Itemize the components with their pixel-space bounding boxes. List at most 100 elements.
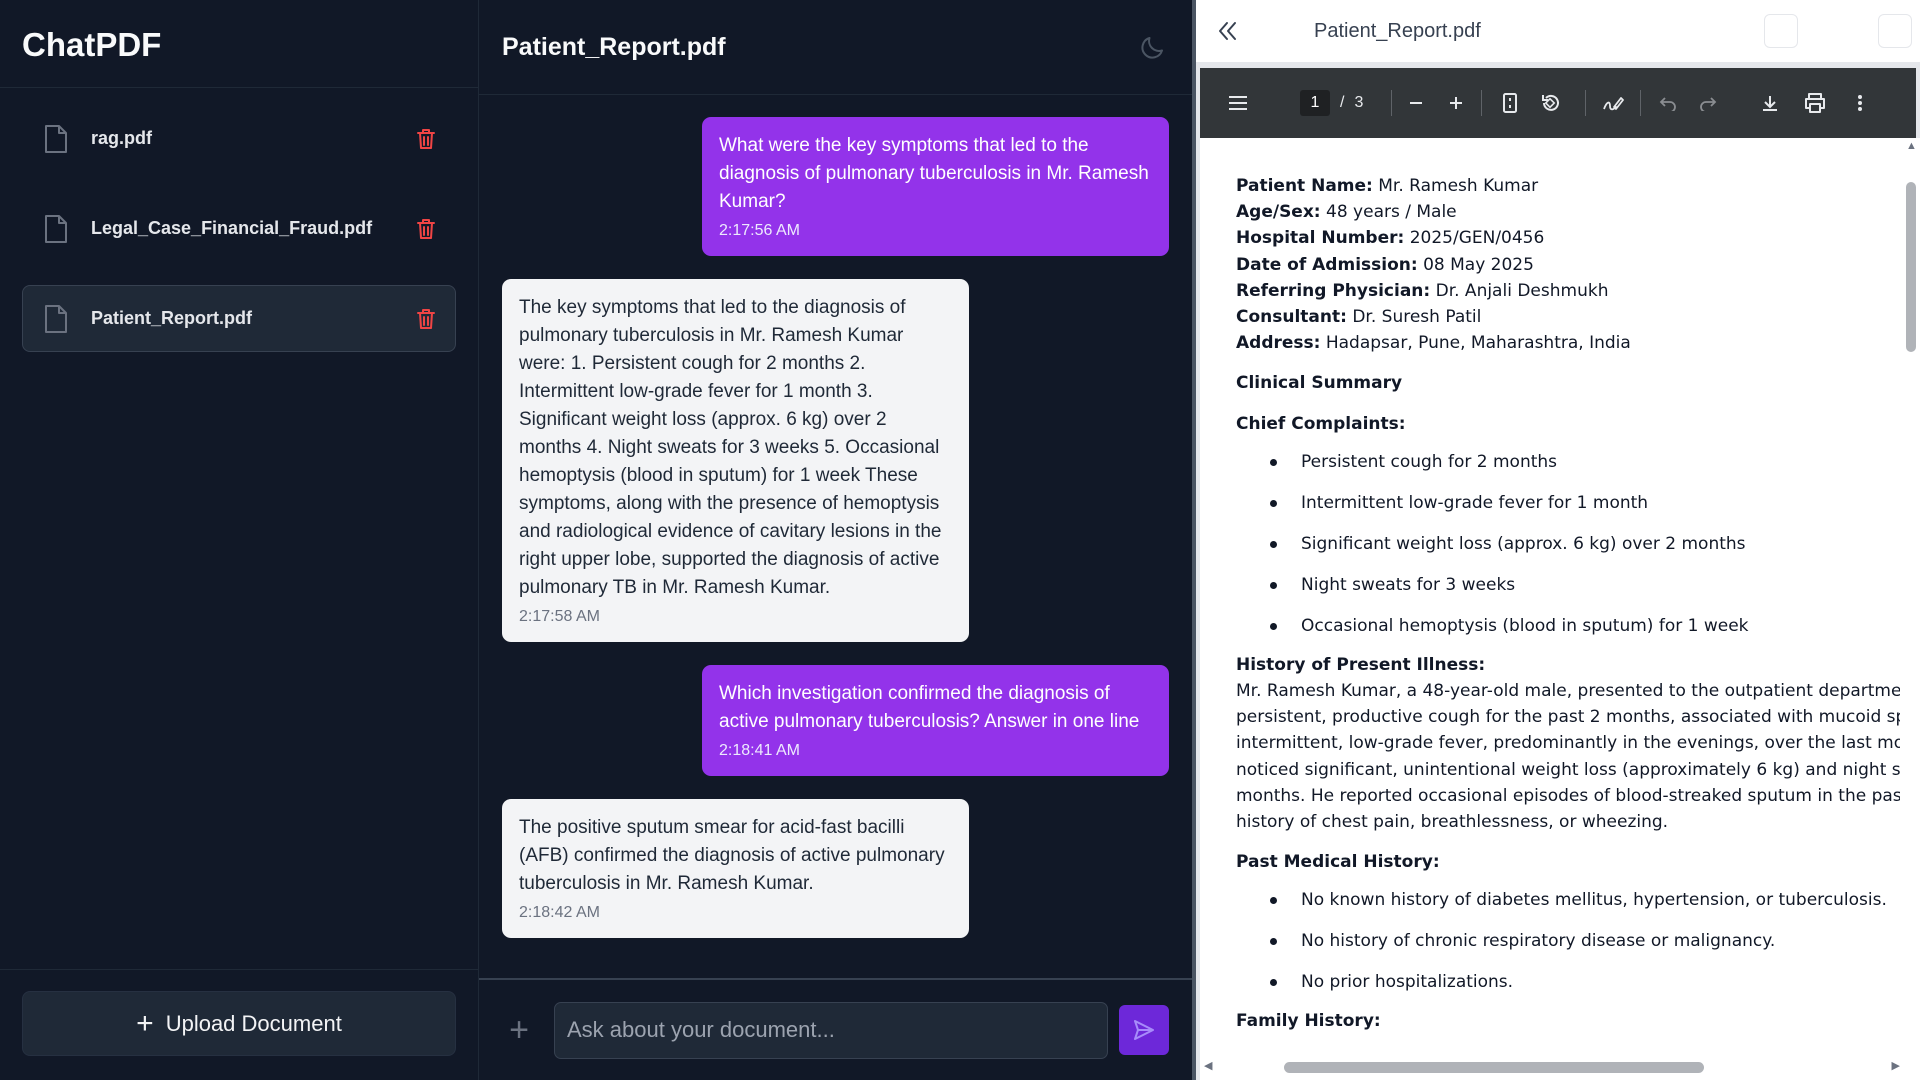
paragraph-line: noticed significant, unintentional weigh… bbox=[1236, 759, 1920, 780]
message-row: The key symptoms that led to the diagnos… bbox=[502, 279, 1169, 642]
draw-icon[interactable] bbox=[1598, 88, 1628, 118]
file-name: rag.pdf bbox=[91, 128, 152, 148]
chat-panel: Patient_Report.pdf What were the key sym… bbox=[479, 0, 1192, 1080]
header-action-button[interactable] bbox=[1878, 14, 1912, 48]
delete-file-icon[interactable] bbox=[415, 127, 437, 151]
app-brand: ChatPDF bbox=[0, 0, 478, 88]
paragraph-line: history of chest pain, breathlessness, o… bbox=[1236, 812, 1669, 833]
page-separator: / bbox=[1340, 94, 1345, 111]
message-text: Which investigation confirmed the diagno… bbox=[719, 683, 1140, 732]
section-heading: Family History: bbox=[1236, 1011, 1381, 1032]
moon-icon[interactable] bbox=[1138, 32, 1168, 62]
message-text: The key symptoms that led to the diagnos… bbox=[519, 297, 942, 598]
message-time: 2:17:58 AM bbox=[519, 608, 600, 625]
message-time: 2:18:41 AM bbox=[719, 742, 800, 759]
paragraph-line: months. He reported occasional episodes … bbox=[1236, 785, 1920, 806]
section-heading: Past Medical History: bbox=[1236, 852, 1440, 873]
redo-icon[interactable] bbox=[1693, 88, 1723, 118]
section-heading: History of Present Illness: bbox=[1236, 654, 1486, 675]
download-icon[interactable] bbox=[1755, 88, 1785, 118]
chat-input[interactable] bbox=[554, 1001, 1108, 1059]
field-consultant: Consultant: Dr. Suresh Patil bbox=[1236, 307, 1482, 328]
list-item: No prior hospitalizations. bbox=[1236, 962, 1920, 1003]
message-list: What were the key symptoms that led to t… bbox=[479, 96, 1192, 978]
plus-icon: + bbox=[136, 1006, 154, 1040]
message-text: The positive sputum smear for acid-fast … bbox=[519, 817, 945, 894]
page-total: 3 bbox=[1354, 94, 1364, 111]
delete-file-icon[interactable] bbox=[415, 307, 437, 331]
page-number-input[interactable]: 1 bbox=[1300, 90, 1330, 116]
horizontal-scrollbar[interactable]: ◀ ▶ bbox=[1200, 1054, 1900, 1080]
scroll-right-arrow-icon[interactable]: ▶ bbox=[1892, 1059, 1900, 1072]
upload-document-button[interactable]: + Upload Document bbox=[22, 991, 456, 1056]
field-hospital-number: Hospital Number: 2025/GEN/0456 bbox=[1236, 228, 1545, 249]
menu-icon[interactable] bbox=[1223, 88, 1253, 118]
pdf-document-content: Patient Name: Mr. Ramesh Kumar Age/Sex: … bbox=[1236, 173, 1920, 1035]
list-item: Persistent cough for 2 months bbox=[1236, 442, 1920, 483]
file-item-rag[interactable]: rag.pdf bbox=[22, 105, 456, 172]
double-chevron-left-icon[interactable] bbox=[1214, 17, 1242, 45]
scroll-left-arrow-icon[interactable]: ◀ bbox=[1204, 1059, 1212, 1072]
section-heading: Chief Complaints: bbox=[1236, 413, 1406, 434]
message-time: 2:18:42 AM bbox=[519, 904, 600, 921]
attach-plus-icon[interactable]: + bbox=[501, 1011, 537, 1050]
field-age-sex: Age/Sex: 48 years / Male bbox=[1236, 202, 1457, 223]
paragraph-line: Mr. Ramesh Kumar, a 48-year-old male, pr… bbox=[1236, 681, 1920, 702]
field-address: Address: Hadapsar, Pune, Maharashtra, In… bbox=[1236, 333, 1631, 354]
file-item-patient-report[interactable]: Patient_Report.pdf bbox=[22, 285, 456, 352]
undo-icon[interactable] bbox=[1653, 88, 1683, 118]
upload-label: Upload Document bbox=[165, 1010, 342, 1036]
file-list: rag.pdf Legal_Case_Financial_Fraud.pdf P… bbox=[0, 88, 478, 352]
send-icon bbox=[1134, 1020, 1154, 1040]
more-options-icon[interactable] bbox=[1845, 88, 1875, 118]
list-item: No history of chronic respiratory diseas… bbox=[1236, 921, 1920, 962]
file-icon bbox=[43, 124, 69, 154]
send-button[interactable] bbox=[1119, 1005, 1169, 1055]
zoom-out-icon[interactable] bbox=[1401, 88, 1431, 118]
zoom-in-icon[interactable] bbox=[1441, 88, 1471, 118]
sidebar: ChatPDF rag.pdf Legal_Case_Financial_Fra… bbox=[0, 0, 479, 1080]
delete-file-icon[interactable] bbox=[415, 217, 437, 241]
list-item: No known history of diabetes mellitus, h… bbox=[1236, 880, 1920, 921]
list-item: Significant weight loss (approx. 6 kg) o… bbox=[1236, 524, 1920, 565]
pdf-viewer-panel: Patient_Report.pdf 1 / 3 Patient Name: M… bbox=[1192, 0, 1920, 1080]
sidebar-footer: + Upload Document bbox=[0, 969, 478, 1080]
vertical-scrollbar[interactable]: ▲ bbox=[1900, 138, 1920, 1054]
file-item-legal-case[interactable]: Legal_Case_Financial_Fraud.pdf bbox=[22, 195, 456, 262]
message-time: 2:17:56 AM bbox=[719, 222, 800, 239]
scrollbar-thumb[interactable] bbox=[1284, 1062, 1704, 1073]
user-message: What were the key symptoms that led to t… bbox=[702, 117, 1169, 256]
chief-complaints-list: Persistent cough for 2 months Intermitte… bbox=[1236, 442, 1920, 647]
toolbar-divider bbox=[1640, 90, 1642, 116]
message-row: The positive sputum smear for acid-fast … bbox=[502, 799, 1169, 938]
paragraph-line: intermittent, low-grade fever, predomina… bbox=[1236, 733, 1920, 754]
print-icon[interactable] bbox=[1800, 88, 1830, 118]
toolbar-divider bbox=[1391, 90, 1393, 116]
message-row: Which investigation confirmed the diagno… bbox=[502, 665, 1169, 776]
file-icon bbox=[43, 304, 69, 334]
pdf-panel-header: Patient_Report.pdf bbox=[1196, 0, 1920, 62]
scrollbar-thumb[interactable] bbox=[1906, 182, 1916, 352]
paragraph-line: persistent, productive cough for the pas… bbox=[1236, 707, 1920, 728]
file-icon bbox=[43, 214, 69, 244]
header-action-button[interactable] bbox=[1764, 14, 1798, 48]
field-referring-physician: Referring Physician: Dr. Anjali Deshmukh bbox=[1236, 280, 1609, 301]
list-item: Intermittent low-grade fever for 1 month bbox=[1236, 483, 1920, 524]
file-name: Patient_Report.pdf bbox=[91, 308, 253, 328]
field-date-of-admission: Date of Admission: 08 May 2025 bbox=[1236, 254, 1534, 275]
section-heading: Clinical Summary bbox=[1236, 373, 1403, 394]
list-item: Night sweats for 3 weeks bbox=[1236, 565, 1920, 606]
rotate-icon[interactable] bbox=[1535, 88, 1565, 118]
field-patient-name: Patient Name: Mr. Ramesh Kumar bbox=[1236, 176, 1539, 196]
pdf-page: Patient Name: Mr. Ramesh Kumar Age/Sex: … bbox=[1200, 138, 1920, 1080]
scroll-up-arrow-icon[interactable]: ▲ bbox=[1906, 140, 1917, 152]
toolbar-divider bbox=[1481, 90, 1483, 116]
chat-title: Patient_Report.pdf bbox=[502, 32, 726, 61]
toolbar-divider bbox=[1585, 90, 1587, 116]
past-medical-history-list: No known history of diabetes mellitus, h… bbox=[1236, 880, 1920, 1003]
file-name: Legal_Case_Financial_Fraud.pdf bbox=[91, 218, 373, 238]
assistant-message: The key symptoms that led to the diagnos… bbox=[502, 279, 969, 642]
fit-page-icon[interactable] bbox=[1495, 88, 1525, 118]
user-message: Which investigation confirmed the diagno… bbox=[702, 665, 1169, 776]
list-item: Occasional hemoptysis (blood in sputum) … bbox=[1236, 606, 1920, 647]
